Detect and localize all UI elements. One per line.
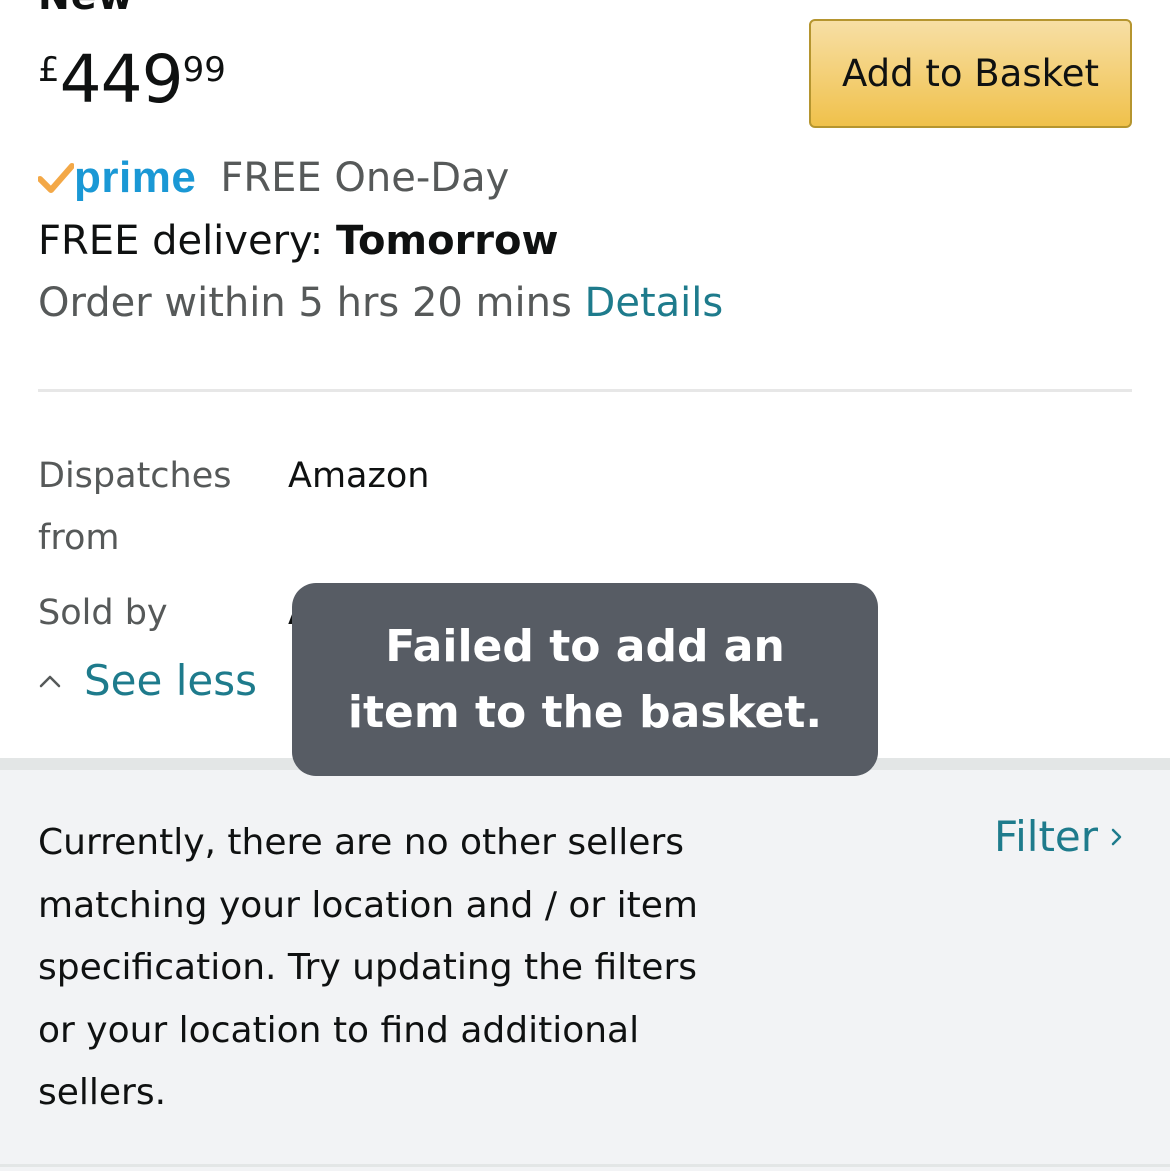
add-to-basket-button[interactable]: Add to Basket bbox=[809, 19, 1132, 128]
see-less-toggle[interactable]: See less bbox=[38, 656, 257, 705]
toast-message: Failed to add an item to the basket. bbox=[347, 620, 823, 738]
error-toast: Failed to add an item to the basket. bbox=[292, 583, 878, 776]
order-within: Order within 5 hrs 20 mins Details bbox=[38, 280, 723, 326]
section-bottom-border bbox=[0, 1164, 1170, 1167]
price-whole: 449 bbox=[59, 41, 184, 118]
delivery-prefix: FREE delivery: bbox=[38, 218, 336, 264]
prime-check-icon bbox=[38, 163, 74, 193]
condition-heading: New bbox=[38, 0, 134, 18]
delivery-info: FREE delivery: Tomorrow bbox=[38, 218, 558, 264]
order-within-text: Order within 5 hrs 20 mins bbox=[38, 280, 585, 326]
divider bbox=[38, 389, 1132, 392]
price-currency-symbol: £ bbox=[38, 50, 60, 90]
chevron-right-icon bbox=[1111, 828, 1122, 845]
dispatches-from-label: Dispatches from bbox=[38, 456, 232, 558]
sold-by-label: Sold by bbox=[38, 593, 168, 633]
details-link[interactable]: Details bbox=[585, 280, 724, 326]
no-other-sellers-message: Currently, there are no other sellers ma… bbox=[38, 822, 698, 1113]
offer-page: New £ 449 99 Add to Basket prime FREE On… bbox=[0, 0, 1170, 1171]
see-less-label: See less bbox=[84, 656, 257, 705]
price-fraction: 99 bbox=[182, 50, 226, 90]
delivery-day: Tomorrow bbox=[335, 218, 559, 264]
prime-logo-text: prime bbox=[74, 153, 197, 202]
price: £ 449 99 bbox=[38, 40, 226, 120]
prime-logo: prime bbox=[38, 153, 196, 203]
free-one-day-text: FREE One-Day bbox=[220, 155, 510, 201]
prime-row: prime FREE One-Day bbox=[38, 150, 509, 206]
chevron-up-icon bbox=[39, 675, 61, 687]
filter-link[interactable]: Filter bbox=[994, 812, 1126, 861]
filter-label: Filter bbox=[994, 812, 1099, 861]
dispatches-from-value: Amazon bbox=[288, 456, 430, 496]
